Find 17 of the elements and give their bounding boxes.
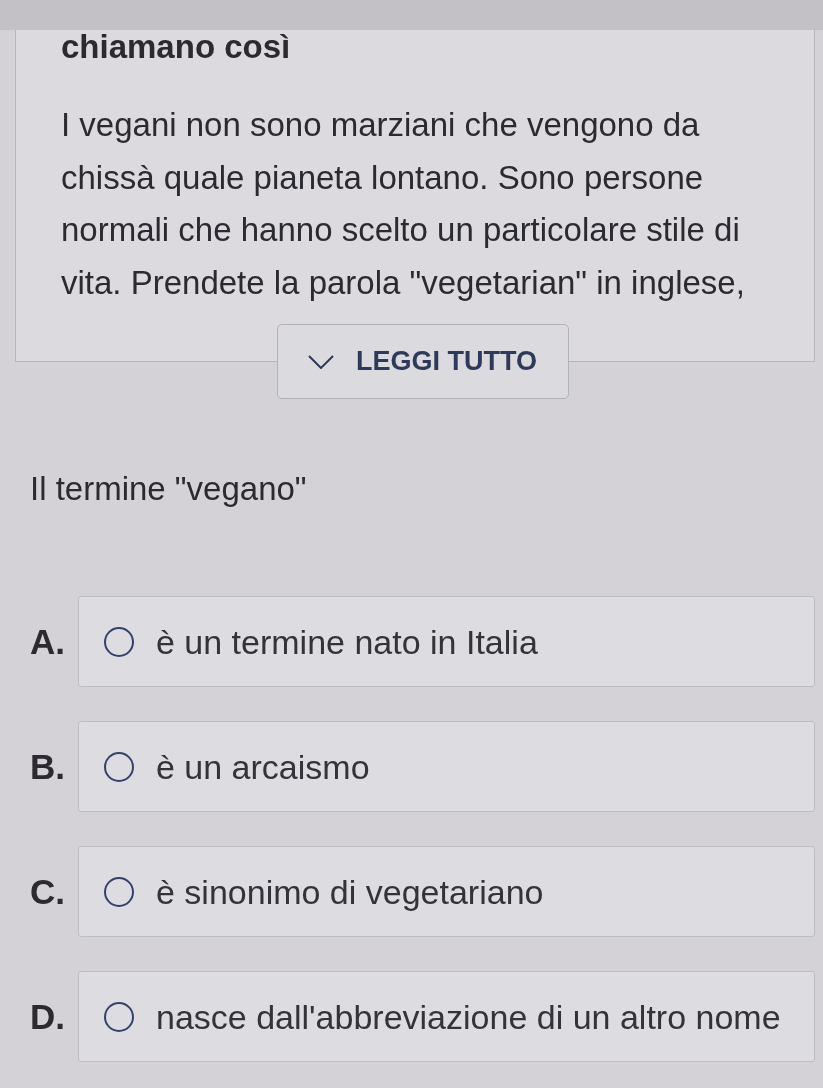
read-more-button[interactable]: LEGGI TUTTO bbox=[277, 324, 569, 399]
answer-option[interactable]: è un arcaismo bbox=[78, 721, 815, 812]
radio-empty-icon[interactable] bbox=[104, 876, 134, 907]
answer-option[interactable]: è sinonimo di vegetariano bbox=[78, 846, 815, 937]
radio-empty-icon[interactable] bbox=[104, 626, 134, 657]
option-letter: C. bbox=[30, 871, 66, 912]
radio-empty-icon[interactable] bbox=[104, 751, 134, 782]
question-text: Il termine "vegano" bbox=[30, 471, 308, 507]
answer-option[interactable]: nasce dall'abbreviazione di un altro nome bbox=[78, 971, 815, 1062]
option-letter: B. bbox=[30, 746, 66, 787]
answer-option[interactable]: è un termine nato in Italia bbox=[78, 596, 815, 687]
passage-heading: chiamano così bbox=[61, 30, 292, 64]
passage-text: I vegani non sono marziani che vengono da chissà quale pianeta lontano. Sono persone normali che hanno scelto un particolare stile di vita. Prendete la parola "vegetarian" in inglese, bbox=[61, 105, 746, 303]
radio-empty-icon[interactable] bbox=[104, 1001, 134, 1032]
chevron-down-icon bbox=[308, 354, 334, 369]
option-letter: A. bbox=[30, 621, 66, 662]
option-letter: D. bbox=[30, 996, 66, 1037]
